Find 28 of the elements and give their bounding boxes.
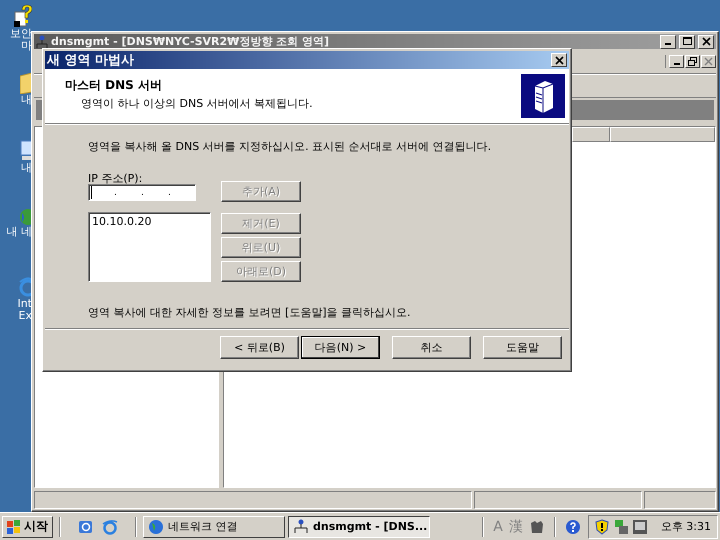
server-list[interactable]: 10.10.0.20 xyxy=(88,212,211,282)
icon-label[interactable]: 보안 xyxy=(10,28,32,40)
ip-separator: . xyxy=(168,188,172,198)
clock[interactable]: 오후 3:31 xyxy=(660,519,711,534)
ip-address-field[interactable]: . . . xyxy=(88,184,196,201)
wizard-button[interactable]: 도움말 xyxy=(483,336,562,358)
taskbar-button[interactable]: 네트워크 연결 xyxy=(143,516,285,538)
field-label: IP 주소(P): xyxy=(88,171,144,184)
icon-label[interactable]: 내 xyxy=(21,162,32,174)
instruction-text: 영역을 복사해 올 DNS 서버를 지정하십시오. 표시된 순서대로 서버에 연결됩니다. xyxy=(88,139,492,154)
taskbar-button[interactable]: dnsmgmt - [DNS... xyxy=(288,516,430,538)
ip-separator: . xyxy=(140,188,145,198)
list-item[interactable]: 10.10.0.20 xyxy=(92,215,207,228)
window-title: dnsmgmt - [DNS₩NYC-SVR2₩정방향 조회 영역] xyxy=(51,36,330,48)
icon-label[interactable]: Int xyxy=(17,298,32,310)
icon-label[interactable]: 내 xyxy=(21,94,32,106)
wizard-button[interactable]: 취소 xyxy=(392,336,471,358)
header-subtitle: 영역이 하나 이상의 DNS 서버에서 복제됩니다. xyxy=(80,96,313,111)
dialog-title: 새 영역 마법사 xyxy=(47,52,134,69)
icon-label[interactable]: 내 네 xyxy=(6,226,32,238)
ip-separator: . xyxy=(114,188,118,198)
start-button[interactable]: 시작 xyxy=(2,516,53,538)
icon-label[interactable]: Ex xyxy=(18,310,32,322)
icon-label[interactable]: 마 xyxy=(21,40,32,52)
wizard-button[interactable]: 다음(N) > xyxy=(301,336,380,358)
header-title: 마스터 DNS 서버 xyxy=(65,77,164,94)
wizard-button[interactable]: < 뒤로(B) xyxy=(220,336,299,358)
help-text: 영역 복사에 대한 자세한 정보를 보려면 [도움말]을 클릭하십시오. xyxy=(88,305,412,320)
